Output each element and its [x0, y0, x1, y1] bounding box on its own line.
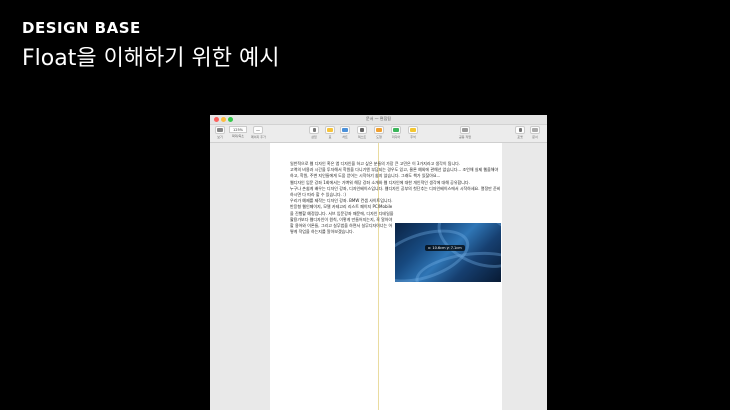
- paragraph[interactable]: 고액의 비용과 시간을 투자해서 학원을 다니기엔 부담되는 경우도 있고, 물…: [290, 167, 502, 179]
- position-tooltip: x: 10.6cm y: 7.1cm: [425, 245, 465, 251]
- zoom-value[interactable]: 125%: [229, 126, 247, 133]
- document-page[interactable]: 일반적으로 웹 디자인 혹은 앱 디자인을 하고 싶은 분들의 가장 큰 고민은…: [270, 143, 502, 410]
- zoom-control[interactable]: 125% 확대/축소: [229, 126, 247, 138]
- brand-logo: DESIGN BASE: [22, 19, 141, 37]
- media-icon: [391, 126, 401, 134]
- document-title: 문서 — 편집됨: [366, 116, 391, 121]
- comment-button[interactable]: 주석: [408, 126, 418, 139]
- collaborate-button[interactable]: 공동 작업: [459, 126, 471, 139]
- media-button[interactable]: 미디어: [391, 126, 401, 139]
- view-button[interactable]: 보기: [215, 126, 225, 139]
- shape-button[interactable]: 도형: [374, 126, 384, 139]
- brush-icon: [515, 126, 525, 134]
- table-icon: [325, 126, 335, 134]
- chart-icon: [340, 126, 350, 134]
- paragraph-icon: [309, 126, 319, 134]
- document-button[interactable]: 문서: [530, 126, 540, 139]
- slide-title: Float을 이해하기 위한 예시: [22, 46, 280, 71]
- float-paragraph[interactable]: 우리가 예제를 제작는 디자인 강좌. BMW 컨셉 사이트입니다. 반응형 웹…: [290, 198, 394, 235]
- floating-image[interactable]: x: 10.6cm y: 7.1cm: [395, 223, 501, 282]
- text-icon: [357, 126, 367, 134]
- paragraph[interactable]: 누구나 손쉽게 배우는 디자인 강좌, 디자인베이스입니다. 웹디자인 공부의 …: [290, 186, 502, 198]
- document-canvas[interactable]: 일반적으로 웹 디자인 혹은 앱 디자인을 하고 싶은 분들의 가장 큰 고민은…: [210, 143, 547, 410]
- toolbar: 보기 125% 확대/축소 페이지 추가 삽입 표 차트 텍스트 도형 미디어 …: [210, 125, 547, 143]
- comment-icon: [408, 126, 418, 134]
- sidebar-icon: [215, 126, 225, 134]
- add-page-button[interactable]: 페이지 추가: [251, 126, 266, 139]
- table-button[interactable]: 표: [325, 126, 335, 139]
- document-icon: [530, 126, 540, 134]
- format-button[interactable]: 포맷: [515, 126, 525, 139]
- title-bar[interactable]: 문서 — 편집됨: [210, 115, 547, 125]
- insert-button[interactable]: 삽입: [309, 126, 319, 139]
- plus-icon: [253, 126, 264, 134]
- shape-icon: [374, 126, 384, 134]
- pages-window: 문서 — 편집됨 보기 125% 확대/축소 페이지 추가 삽입 표 차트 텍스…: [210, 115, 547, 410]
- text-button[interactable]: 텍스트: [357, 126, 367, 139]
- chart-button[interactable]: 차트: [340, 126, 350, 139]
- collaborate-icon: [460, 126, 470, 134]
